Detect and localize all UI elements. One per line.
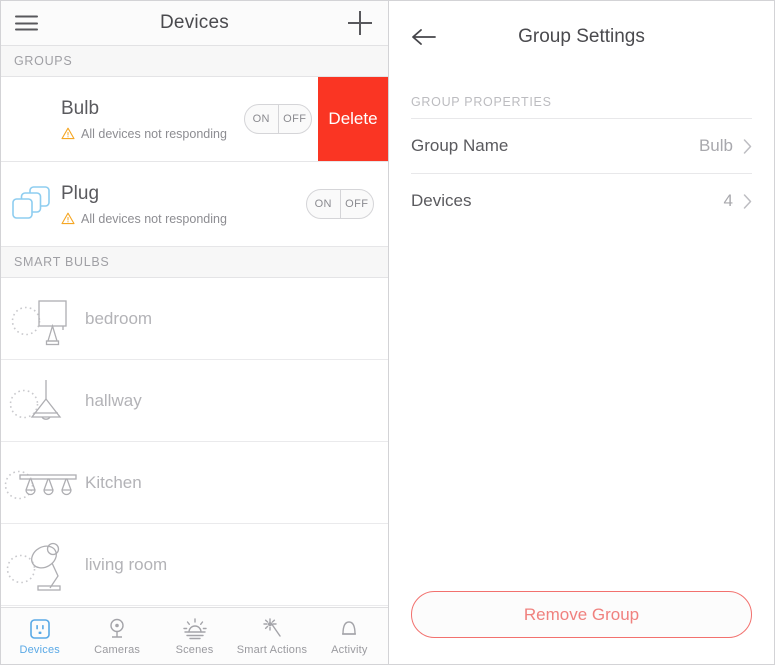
bulb-icon-group[interactable]: [1, 536, 85, 594]
group-status-text: All devices not responding: [81, 211, 227, 226]
bulb-row-living-room[interactable]: living room: [1, 524, 388, 606]
bottom-tab-bar: Devices Cameras Scenes Smart Actions Act…: [1, 607, 388, 664]
group-toggle-plug[interactable]: ON OFF: [306, 189, 374, 219]
hamburger-icon[interactable]: [15, 15, 38, 31]
bulb-name-label: bedroom: [85, 308, 153, 328]
toggle-on-label[interactable]: ON: [245, 105, 279, 133]
bulb-name-label: living room: [85, 554, 168, 574]
tab-label: Activity: [331, 643, 368, 656]
remove-group-container: Remove Group: [389, 591, 774, 664]
section-header-groups: GROUPS: [1, 46, 388, 77]
group-info: Plug All devices not responding: [61, 183, 306, 226]
page-title: Group Settings: [518, 26, 645, 47]
row-value: 4: [723, 191, 733, 210]
group-properties-header: GROUP PROPERTIES: [411, 95, 552, 109]
row-label: Devices: [411, 191, 472, 210]
page-title: Devices: [160, 12, 229, 33]
tab-devices[interactable]: Devices: [1, 608, 78, 664]
toggle-off-label[interactable]: OFF: [341, 190, 374, 218]
tab-label: Scenes: [175, 643, 214, 656]
group-status-text: All devices not responding: [81, 126, 227, 141]
bulb-icon-group[interactable]: [1, 290, 85, 348]
dual-screen-container: Devices GROUPS Bulb All devices not resp…: [0, 0, 775, 665]
stacked-squares-icon: [1, 183, 61, 225]
toggle-off-label[interactable]: OFF: [279, 105, 312, 133]
devices-screen: Devices GROUPS Bulb All devices not resp…: [0, 0, 388, 665]
table-lamp-icon: [38, 299, 67, 345]
magic-wand-icon: [263, 617, 281, 637]
remove-group-button[interactable]: Remove Group: [411, 591, 752, 638]
devices-nav-bar: Devices: [1, 1, 388, 46]
group-settings-screen: Group Settings GROUP PROPERTIES Group Na…: [388, 0, 775, 665]
tab-cameras[interactable]: Cameras: [78, 608, 155, 664]
group-settings-nav-bar: Group Settings: [389, 1, 774, 73]
plus-icon[interactable]: [348, 11, 372, 35]
chevron-right-icon: [743, 193, 752, 209]
group-status: All devices not responding: [61, 212, 306, 226]
row-value: Bulb: [698, 136, 733, 155]
sunrise-icon: [182, 617, 207, 639]
bulb-row-kitchen[interactable]: Kitchen: [1, 442, 388, 524]
tab-label: Smart Actions: [236, 643, 308, 656]
tab-label: Cameras: [94, 643, 141, 656]
power-ring-icon: [6, 554, 36, 583]
group-info: Bulb All devices not responding: [61, 98, 244, 141]
bulb-row-hallway[interactable]: hallway: [1, 360, 388, 442]
delete-button[interactable]: Delete: [318, 77, 388, 161]
power-ring-icon: [9, 389, 39, 418]
toggle-on-label[interactable]: ON: [307, 190, 341, 218]
camera-icon: [110, 618, 124, 638]
group-row-plug[interactable]: Plug All devices not responding ON OFF: [1, 162, 388, 247]
group-toggle-bulb[interactable]: ON OFF: [244, 104, 312, 134]
chevron-right-icon: [743, 138, 752, 154]
bulb-icon-group[interactable]: [1, 372, 85, 430]
group-row-bulb[interactable]: Bulb All devices not responding ON OFF D: [1, 77, 388, 162]
power-ring-icon: [11, 306, 41, 335]
device-list: GROUPS Bulb All devices not responding O…: [1, 46, 388, 607]
row-group-name[interactable]: Group Name Bulb: [411, 118, 752, 173]
row-devices[interactable]: Devices 4: [411, 173, 752, 228]
back-arrow-icon[interactable]: [411, 27, 437, 47]
tab-smart-actions[interactable]: Smart Actions: [233, 608, 310, 664]
bell-icon: [342, 620, 357, 635]
tab-label: Devices: [19, 643, 60, 656]
outlet-icon: [29, 618, 50, 639]
group-name-label: Plug: [61, 182, 100, 204]
section-header-smart-bulbs: SMART BULBS: [1, 247, 388, 278]
pendant-lamp-icon: [30, 379, 62, 420]
warning-triangle-icon: [61, 127, 75, 140]
tab-activity[interactable]: Activity: [311, 608, 388, 664]
row-label: Group Name: [411, 136, 509, 155]
group-status: All devices not responding: [61, 127, 244, 141]
tab-scenes[interactable]: Scenes: [156, 608, 233, 664]
bulb-name-label: Kitchen: [85, 472, 142, 492]
group-name-label: Bulb: [61, 97, 100, 119]
bulb-row-bedroom[interactable]: bedroom: [1, 278, 388, 360]
bulb-name-label: hallway: [85, 390, 142, 410]
bulb-icon-group[interactable]: [1, 454, 85, 512]
track-lights-icon: [19, 473, 77, 495]
warning-triangle-icon: [61, 212, 75, 225]
desk-lamp-icon: [31, 542, 61, 591]
